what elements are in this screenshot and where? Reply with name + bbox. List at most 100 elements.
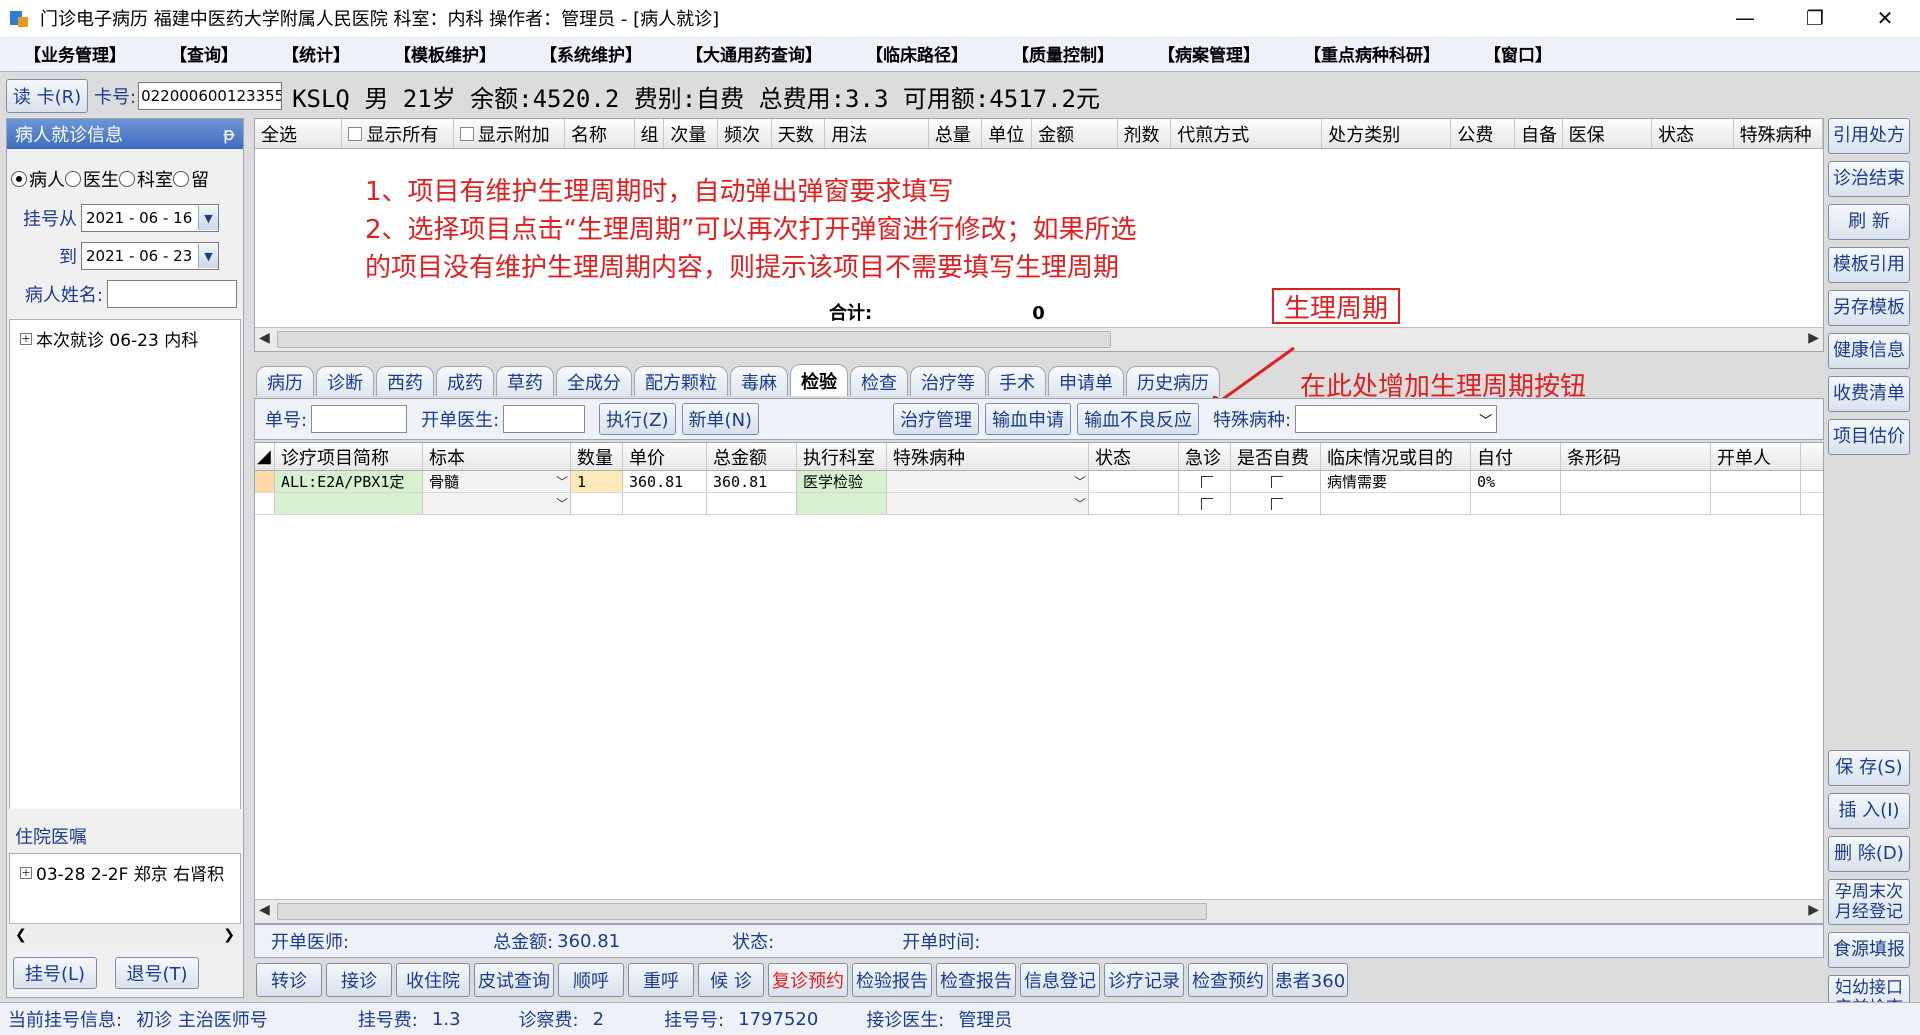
info-register-button[interactable]: 信息登记 <box>1020 963 1100 997</box>
new-order-button[interactable]: 新单(N) <box>681 403 760 435</box>
radio-department[interactable] <box>119 171 135 187</box>
cell-exec-dept[interactable]: 医学检验 <box>797 471 887 492</box>
unregister-button[interactable]: 退号(T) <box>115 957 199 989</box>
cell-self-pay[interactable] <box>1231 471 1321 492</box>
menu-records[interactable]: 【病案管理】 <box>1158 41 1260 66</box>
register-button[interactable]: 挂号(L) <box>13 957 97 989</box>
cell-specimen[interactable]: ﹀ <box>423 493 571 514</box>
fee-list-button[interactable]: 收费清单 <box>1828 376 1910 412</box>
tab-narcotics[interactable]: 毒麻 <box>730 366 788 396</box>
special-disease-select[interactable]: ﹀ <box>1295 405 1498 433</box>
chevron-down-icon[interactable]: ﹀ <box>556 495 568 512</box>
scroll-left-icon[interactable]: ◀ <box>259 902 270 918</box>
col-select-all[interactable]: 全选 <box>255 119 343 148</box>
show-all-checkbox[interactable] <box>348 126 363 141</box>
expand-icon[interactable]: + <box>20 332 32 345</box>
read-card-button[interactable]: 读 卡(R) <box>6 79 88 113</box>
refresh-button[interactable]: 刷 新 <box>1828 204 1910 240</box>
tab-treatment[interactable]: 治疗等 <box>910 366 986 396</box>
delete-button[interactable]: 删 除(D) <box>1828 836 1910 872</box>
menu-research[interactable]: 【重点病种科研】 <box>1304 41 1440 66</box>
tab-history[interactable]: 历史病历 <box>1126 366 1220 396</box>
table-row[interactable]: ﹀ ﹀ <box>255 493 1823 515</box>
quote-template-button[interactable]: 模板引用 <box>1828 247 1910 283</box>
cell-clinical[interactable] <box>1321 493 1471 514</box>
tree-item-current-visit[interactable]: + 本次就诊 06-23 内科 <box>10 320 240 351</box>
tab-examination[interactable]: 检查 <box>850 366 908 396</box>
cell-quantity[interactable]: 1 <box>571 471 623 492</box>
menu-business[interactable]: 【业务管理】 <box>24 41 126 66</box>
scroll-left-icon[interactable]: ◀ <box>259 330 270 346</box>
waiting-button[interactable]: 候 诊 <box>698 963 764 997</box>
accept-patient-button[interactable]: 接诊 <box>326 963 392 997</box>
referral-button[interactable]: 转诊 <box>256 963 322 997</box>
transfusion-request-button[interactable]: 输血申请 <box>985 403 1072 435</box>
emergency-checkbox[interactable] <box>1201 497 1213 510</box>
menu-template[interactable]: 【模板维护】 <box>394 41 496 66</box>
menu-clinical-path[interactable]: 【临床路径】 <box>866 41 968 66</box>
order-number-input[interactable] <box>311 405 408 433</box>
menu-statistics[interactable]: 【统计】 <box>282 41 350 66</box>
patient-name-input[interactable] <box>107 280 237 308</box>
admit-button[interactable]: 收住院 <box>396 963 470 997</box>
treatment-management-button[interactable]: 治疗管理 <box>893 403 980 435</box>
cell-clinical[interactable]: 病情需要 <box>1321 471 1471 492</box>
tab-surgery[interactable]: 手术 <box>988 366 1046 396</box>
save-as-template-button[interactable]: 另存模板 <box>1828 290 1910 326</box>
emergency-checkbox[interactable] <box>1201 475 1213 488</box>
recall-button[interactable]: 重呼 <box>628 963 694 997</box>
lab-report-button[interactable]: 检验报告 <box>852 963 932 997</box>
cell-emergency[interactable] <box>1179 471 1231 492</box>
scroll-thumb[interactable] <box>277 331 1111 348</box>
lab-grid-horizontal-scrollbar[interactable]: ◀ ▶ <box>255 899 1823 923</box>
quote-prescription-button[interactable]: 引用处方 <box>1828 118 1910 154</box>
tab-diagnosis[interactable]: 诊断 <box>316 366 374 396</box>
tab-full-ingredient[interactable]: 全成分 <box>556 366 632 396</box>
finish-treatment-button[interactable]: 诊治结束 <box>1828 161 1910 197</box>
show-extra-checkbox[interactable] <box>459 126 474 141</box>
scroll-right-icon[interactable]: ❯ <box>223 927 235 943</box>
tab-herbal[interactable]: 草药 <box>496 366 554 396</box>
self-pay-checkbox[interactable] <box>1271 497 1283 510</box>
menu-query[interactable]: 【查询】 <box>170 41 238 66</box>
pin-icon[interactable]: ᵽ <box>223 124 235 145</box>
chevron-down-icon[interactable]: ▼ <box>198 206 218 230</box>
tab-patent-medicine[interactable]: 成药 <box>436 366 494 396</box>
table-row[interactable]: ALL:E2A/PBX1定 骨髓 ﹀ 1 360.81 360.81 医学检验 ﹀… <box>255 471 1823 493</box>
date-to-picker[interactable]: 2021 - 06 - 23 ▼ <box>81 242 219 270</box>
card-number-input[interactable]: 022000600123355( <box>138 82 283 110</box>
restore-button[interactable]: ❐ <box>1780 0 1850 36</box>
call-next-button[interactable]: 顺呼 <box>558 963 624 997</box>
menu-window[interactable]: 【窗口】 <box>1484 41 1552 66</box>
save-button[interactable]: 保 存(S) <box>1828 750 1910 786</box>
menu-drug-query[interactable]: 【大通用药查询】 <box>686 41 822 66</box>
tab-western-medicine[interactable]: 西药 <box>376 366 434 396</box>
chevron-down-icon[interactable]: ﹀ <box>1074 473 1086 490</box>
transfusion-adverse-button[interactable]: 输血不良反应 <box>1077 403 1200 435</box>
tree-item-inpatient[interactable]: + 03-28 2-2F 郑京 右肾积 <box>10 854 240 885</box>
col-show-extra[interactable]: 显示附加 <box>454 119 565 148</box>
col-show-all[interactable]: 显示所有 <box>342 119 454 148</box>
cell-exec-dept[interactable] <box>797 493 887 514</box>
cell-special-disease[interactable]: ﹀ <box>887 471 1089 492</box>
follow-up-booking-button[interactable]: 复诊预约 <box>768 963 848 997</box>
chevron-down-icon[interactable]: ﹀ <box>1479 410 1492 429</box>
scroll-right-icon[interactable]: ▶ <box>1808 902 1819 918</box>
exam-report-button[interactable]: 检查报告 <box>936 963 1016 997</box>
food-source-button[interactable]: 食源填报 <box>1828 932 1910 968</box>
cell-emergency[interactable] <box>1179 493 1231 514</box>
chevron-down-icon[interactable]: ▼ <box>198 244 218 268</box>
exam-booking-button[interactable]: 检查预约 <box>1188 963 1268 997</box>
expand-icon[interactable]: + <box>20 866 32 879</box>
chevron-down-icon[interactable]: ﹀ <box>1074 495 1086 512</box>
tab-granules[interactable]: 配方颗粒 <box>634 366 728 396</box>
scroll-left-icon[interactable]: ❮ <box>15 927 27 943</box>
pregnancy-lmp-button[interactable]: 孕周末次月经登记 <box>1828 879 1910 925</box>
health-info-button[interactable]: 健康信息 <box>1828 333 1910 369</box>
cell-special-disease[interactable]: ﹀ <box>887 493 1089 514</box>
execute-button[interactable]: 执行(Z) <box>599 403 676 435</box>
radio-doctor[interactable] <box>65 171 81 187</box>
treatment-record-button[interactable]: 诊疗记录 <box>1104 963 1184 997</box>
close-button[interactable]: ✕ <box>1850 0 1920 36</box>
radio-patient[interactable] <box>11 171 27 187</box>
